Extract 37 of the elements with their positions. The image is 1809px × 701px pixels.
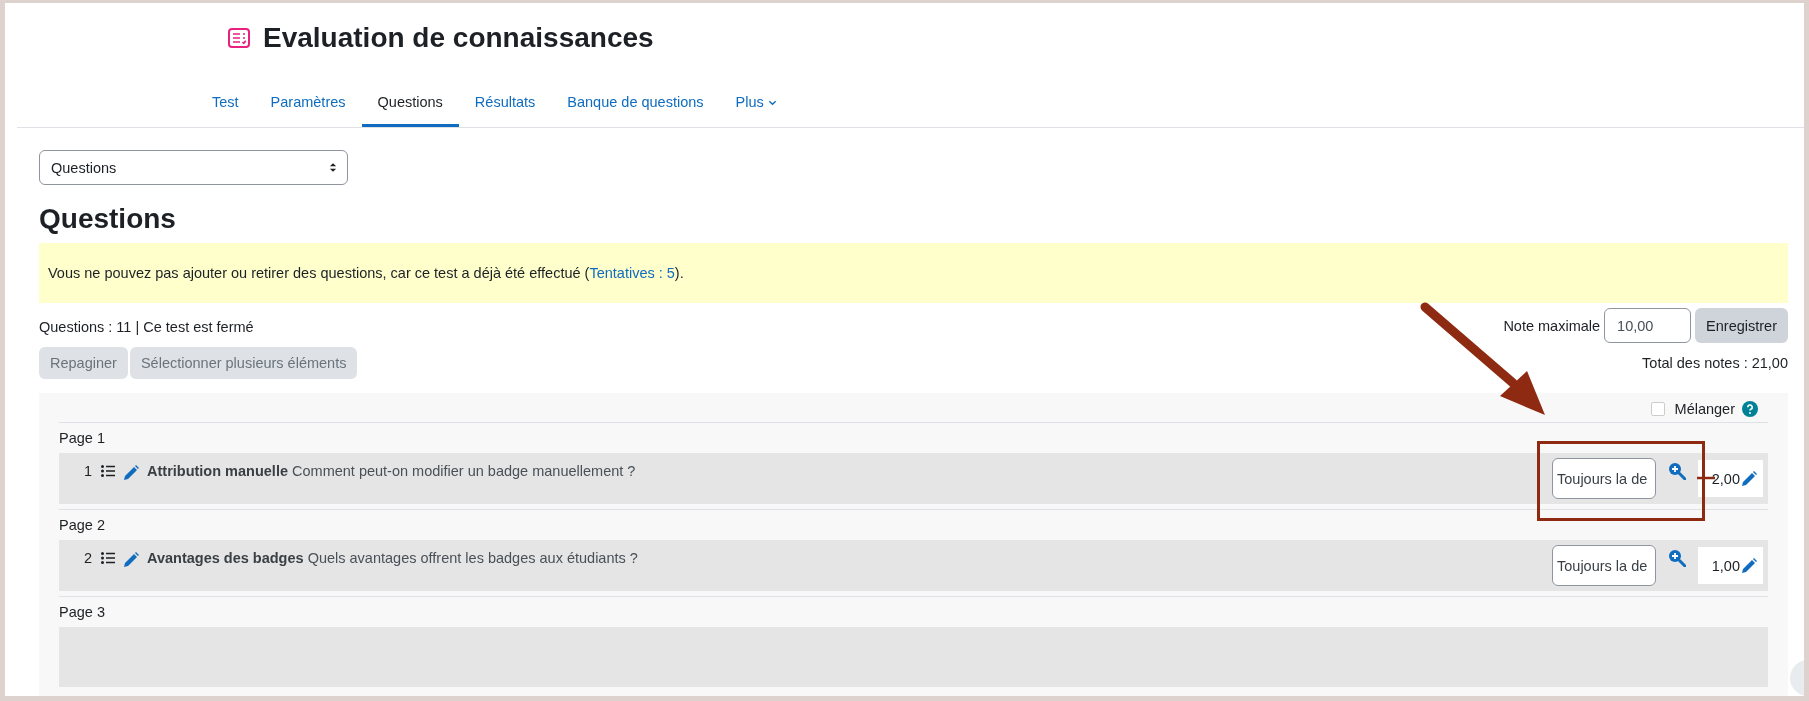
- edit-icon[interactable]: [123, 465, 139, 481]
- section-heading: Questions: [39, 203, 177, 235]
- nav-tab[interactable]: Banque de questions: [551, 81, 720, 127]
- mark-field[interactable]: 2,00: [1698, 460, 1763, 497]
- behaviour-select[interactable]: Toujours la de: [1552, 458, 1656, 499]
- alert-message: Vous ne pouvez pas ajouter ou retirer des questions, car ce test a déjà été effectué (Tentatives : 5).: [48, 265, 684, 281]
- help-icon[interactable]: [1742, 401, 1758, 417]
- grade-total: Total des notes : 21,00: [1642, 355, 1788, 371]
- edit-icon: [1741, 557, 1757, 574]
- max-grade-label: Note maximale: [1503, 317, 1601, 334]
- edit-icon[interactable]: [123, 552, 139, 568]
- shuffle-checkbox[interactable]: [1650, 402, 1665, 416]
- edit-icon: [1741, 470, 1757, 487]
- section-select[interactable]: Questions: [39, 150, 348, 185]
- nav-tab[interactable]: Résultats: [458, 81, 552, 127]
- nav-tab[interactable]: Questions: [361, 81, 459, 127]
- save-button[interactable]: Enregistrer: [1695, 308, 1788, 343]
- max-grade-field[interactable]: 10,00: [1604, 308, 1692, 343]
- behaviour-select[interactable]: Toujours la de: [1552, 545, 1656, 586]
- zoom-in-icon[interactable]: [1668, 462, 1686, 480]
- question-number: 1: [82, 463, 92, 479]
- nav-tab[interactable]: Test: [196, 81, 255, 127]
- shuffle-label: Mélanger: [1674, 401, 1735, 417]
- zoom-in-icon[interactable]: [1668, 549, 1686, 567]
- list-icon: [101, 552, 115, 564]
- list-icon: [101, 465, 115, 477]
- page-title: Evaluation de connaissances: [263, 22, 654, 54]
- mark-field[interactable]: 1,00: [1698, 547, 1763, 584]
- question-number: 2: [82, 550, 92, 566]
- question-text: Attribution manuelle Comment peut-on modifier un badge manuellement ?: [147, 463, 636, 479]
- attempts-link[interactable]: Tentatives : 5: [589, 265, 675, 281]
- nav-tab[interactable]: Paramètres: [254, 81, 362, 127]
- sort-caret-icon: [329, 162, 337, 173]
- nav-tab[interactable]: Plus: [719, 81, 793, 127]
- quiz-icon: [227, 26, 251, 50]
- quiz-summary: Questions : 11 | Ce test est fermé: [39, 319, 255, 335]
- question-text: Avantages des badges Quels avantages offrent les badges aux étudiants ?: [147, 550, 638, 566]
